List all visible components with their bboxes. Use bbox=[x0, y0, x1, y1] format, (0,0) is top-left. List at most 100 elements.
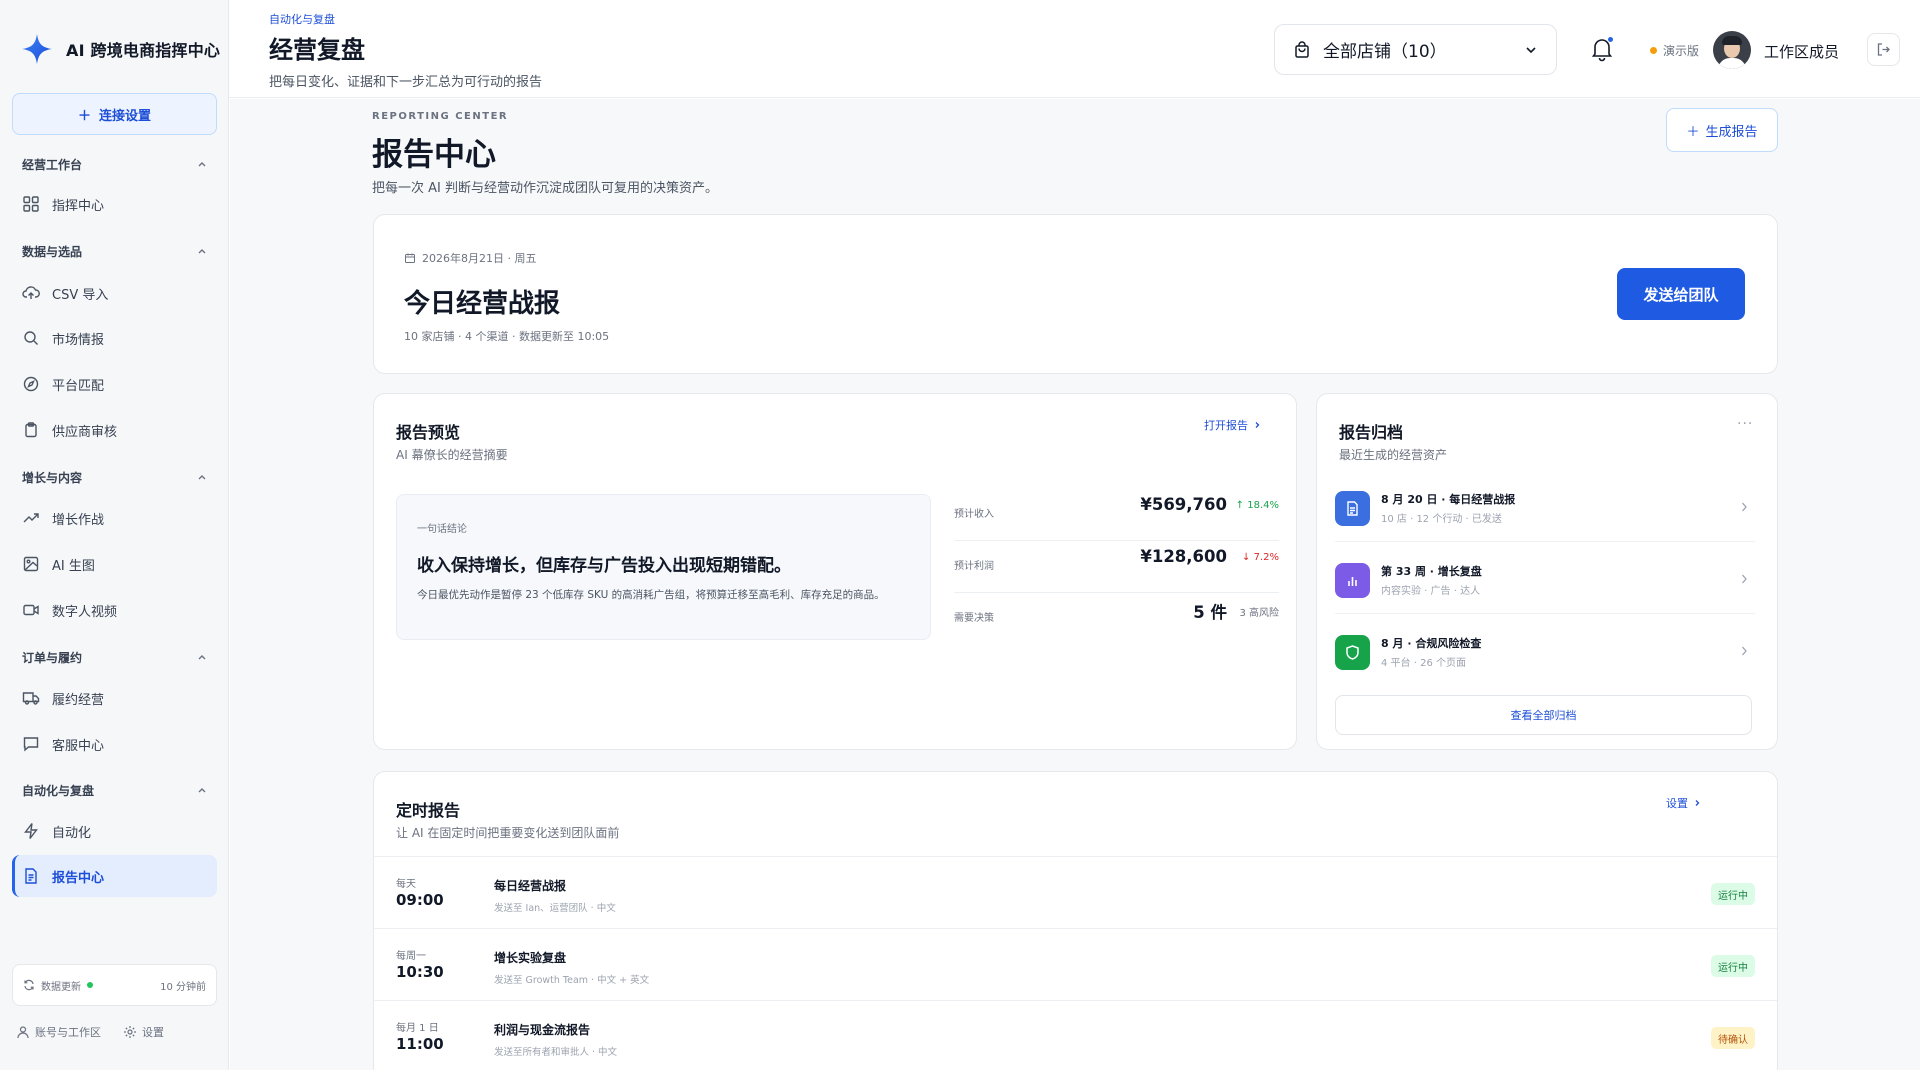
avatar-body bbox=[1718, 58, 1746, 69]
sidebar-item-customer-service[interactable]: 客服中心 bbox=[12, 723, 217, 765]
sidebar-item-ai-image[interactable]: AI 生图 bbox=[12, 543, 217, 585]
sidebar-item-growth-ops[interactable]: 增长作战 bbox=[12, 497, 217, 539]
avatar-hair bbox=[1722, 36, 1742, 45]
settings-label: 设置 bbox=[142, 1026, 164, 1039]
schedule-time: 11:00 bbox=[396, 1035, 444, 1053]
nav-group-orders[interactable]: 订单与履约 bbox=[12, 641, 217, 673]
daily-report-meta: 10 家店铺 · 4 个渠道 · 数据更新至 10:05 bbox=[404, 330, 610, 343]
chevron-up-icon bbox=[198, 655, 206, 660]
nav-group-label: 增长与内容 bbox=[22, 470, 83, 485]
sparkle-logo-icon bbox=[22, 34, 52, 64]
conclusion-box: 一句话结论 收入保持增长，但库存与广告投入出现短期错配。 今日最优先动作是暂停 … bbox=[396, 494, 931, 640]
metric-label: 预计收入 bbox=[954, 509, 994, 520]
archive-item-meta: 10 店 · 12 个行动 · 已发送 bbox=[1381, 514, 1502, 525]
chevron-right-icon bbox=[1742, 646, 1747, 656]
archive-item-icon bbox=[1335, 563, 1370, 598]
sidebar-item-platform-match[interactable]: 平台匹配 bbox=[12, 363, 217, 405]
user-name[interactable]: 工作区成员 bbox=[1764, 41, 1839, 62]
app-name: AI 跨境电商指挥中心 bbox=[66, 41, 221, 60]
chevron-right-icon bbox=[1255, 422, 1260, 428]
app-logo[interactable]: AI 跨境电商指挥中心 bbox=[20, 32, 220, 66]
scheduled-subtitle: 让 AI 在固定时间把重要变化送到团队面前 bbox=[396, 826, 620, 840]
open-report-link[interactable]: 打开报告 bbox=[1204, 417, 1261, 433]
archive-item[interactable]: 8 月 · 合规风险检查 4 平台 · 26 个页面 bbox=[1335, 616, 1755, 686]
settings-link[interactable]: 设置 bbox=[123, 1024, 164, 1040]
sidebar-item-label: CSV 导入 bbox=[52, 287, 109, 303]
breadcrumb[interactable]: 自动化与复盘 bbox=[269, 11, 335, 27]
connect-settings-button[interactable]: ＋ 连接设置 bbox=[12, 93, 217, 135]
archive-item[interactable]: 8 月 20 日 · 每日经营战报 10 店 · 12 个行动 · 已发送 bbox=[1335, 472, 1755, 542]
scheduled-title: 定时报告 bbox=[396, 801, 461, 820]
metric-change: 3 高风险 bbox=[1239, 608, 1279, 619]
connect-settings-label: 连接设置 bbox=[99, 108, 152, 124]
chevron-right-icon bbox=[1695, 800, 1700, 806]
archive-subtitle: 最近生成的经营资产 bbox=[1339, 448, 1448, 462]
sidebar-item-digital-human-video[interactable]: 数字人视频 bbox=[12, 589, 217, 631]
archive-item[interactable]: 第 33 周 · 增长复盘 内容实验 · 广告 · 达人 bbox=[1335, 544, 1755, 614]
bolt-icon bbox=[24, 823, 38, 839]
chevron-up-icon bbox=[198, 162, 206, 167]
logout-button[interactable] bbox=[1867, 33, 1900, 66]
archive-item-title: 8 月 20 日 · 每日经营战报 bbox=[1381, 493, 1516, 506]
sidebar-item-report-center[interactable]: 报告中心 bbox=[12, 855, 217, 897]
table-row[interactable]: 每月 1 日 11:00 利润与现金流报告 发送至所有者和审批人 · 中文 待确… bbox=[374, 1000, 1777, 1070]
page-subtitle: 把每日变化、证据和下一步汇总为可行动的报告 bbox=[269, 75, 543, 90]
store-select[interactable]: 全部店铺（10） bbox=[1274, 24, 1557, 75]
nav-group-data[interactable]: 数据与选品 bbox=[12, 235, 217, 267]
logout-icon bbox=[1877, 43, 1890, 56]
sidebar-item-label: 履约经营 bbox=[52, 692, 105, 708]
more-icon[interactable]: ··· bbox=[1737, 416, 1753, 432]
shield-icon bbox=[1346, 645, 1359, 660]
preview-title: 报告预览 bbox=[396, 423, 461, 442]
schedule-settings-link[interactable]: 设置 bbox=[1666, 795, 1701, 811]
avatar[interactable] bbox=[1713, 31, 1751, 69]
nav-group-growth[interactable]: 增长与内容 bbox=[12, 461, 217, 493]
upload-cloud-icon bbox=[22, 286, 40, 299]
daily-report-title: 今日经营战报 bbox=[404, 289, 561, 319]
schedule-frequency: 每天 bbox=[396, 879, 416, 890]
sidebar-item-market-intel[interactable]: 市场情报 bbox=[12, 317, 217, 359]
sync-label: 数据更新 bbox=[41, 981, 81, 993]
sidebar-item-automation[interactable]: 自动化 bbox=[12, 810, 217, 852]
metric-label: 预计利润 bbox=[954, 561, 994, 572]
chevron-down-icon bbox=[1526, 46, 1536, 53]
sidebar-item-fulfillment[interactable]: 履约经营 bbox=[12, 677, 217, 719]
plus-icon: ＋ bbox=[77, 108, 91, 124]
metric-profit: 预计利润 ¥128,600 ↓ 7.2% bbox=[954, 541, 1279, 593]
sidebar-item-label: 客服中心 bbox=[52, 738, 105, 754]
search-icon bbox=[24, 331, 38, 345]
archive-item-title: 第 33 周 · 增长复盘 bbox=[1381, 565, 1482, 578]
sidebar-item-label: 增长作战 bbox=[52, 512, 105, 528]
sidebar-item-command-center[interactable]: 指挥中心 bbox=[12, 183, 217, 225]
chevron-up-icon bbox=[198, 249, 206, 254]
nav-group-label: 数据与选品 bbox=[22, 244, 83, 259]
page-title: 经营复盘 bbox=[269, 36, 365, 64]
account-workspace-link[interactable]: 账号与工作区 bbox=[16, 1024, 101, 1040]
table-row[interactable]: 每天 09:00 每日经营战报 发送至 Ian、运营团队 · 中文 运行中 bbox=[374, 856, 1777, 928]
schedule-recipients: 发送至 Growth Team · 中文 + 英文 bbox=[494, 975, 650, 986]
nav-group-automation[interactable]: 自动化与复盘 bbox=[12, 774, 217, 806]
table-row[interactable]: 每周一 10:30 增长实验复盘 发送至 Growth Team · 中文 + … bbox=[374, 928, 1777, 1000]
sidebar-item-csv-import[interactable]: CSV 导入 bbox=[12, 272, 217, 314]
store-select-value: 全部店铺（10） bbox=[1323, 42, 1447, 62]
schedule-frequency: 每周一 bbox=[396, 951, 426, 962]
chevron-up-icon bbox=[198, 788, 206, 793]
generate-report-button[interactable]: ＋ 生成报告 bbox=[1666, 108, 1778, 152]
open-report-label: 打开报告 bbox=[1204, 419, 1248, 432]
data-sync-status[interactable]: 数据更新 10 分钟前 bbox=[12, 964, 217, 1006]
view-all-archive-button[interactable]: 查看全部归档 bbox=[1335, 695, 1752, 735]
chat-icon bbox=[23, 737, 39, 752]
chevron-up-icon bbox=[198, 475, 206, 480]
notifications-button[interactable] bbox=[1589, 36, 1615, 62]
demo-badge: 演示版 bbox=[1650, 42, 1699, 59]
nav-group-label: 订单与履约 bbox=[22, 650, 83, 665]
nav-group-label: 自动化与复盘 bbox=[22, 783, 95, 798]
report-date: 2026年8月21日 · 周五 bbox=[404, 250, 536, 266]
archive-title: 报告归档 bbox=[1339, 423, 1404, 442]
account-label: 账号与工作区 bbox=[35, 1026, 101, 1039]
status-badge: 运行中 bbox=[1711, 883, 1755, 905]
sidebar-item-supplier-review[interactable]: 供应商审核 bbox=[12, 409, 217, 451]
nav-group-workbench[interactable]: 经营工作台 bbox=[12, 148, 217, 180]
image-icon bbox=[23, 556, 39, 572]
send-to-team-button[interactable]: 发送给团队 bbox=[1617, 268, 1745, 320]
